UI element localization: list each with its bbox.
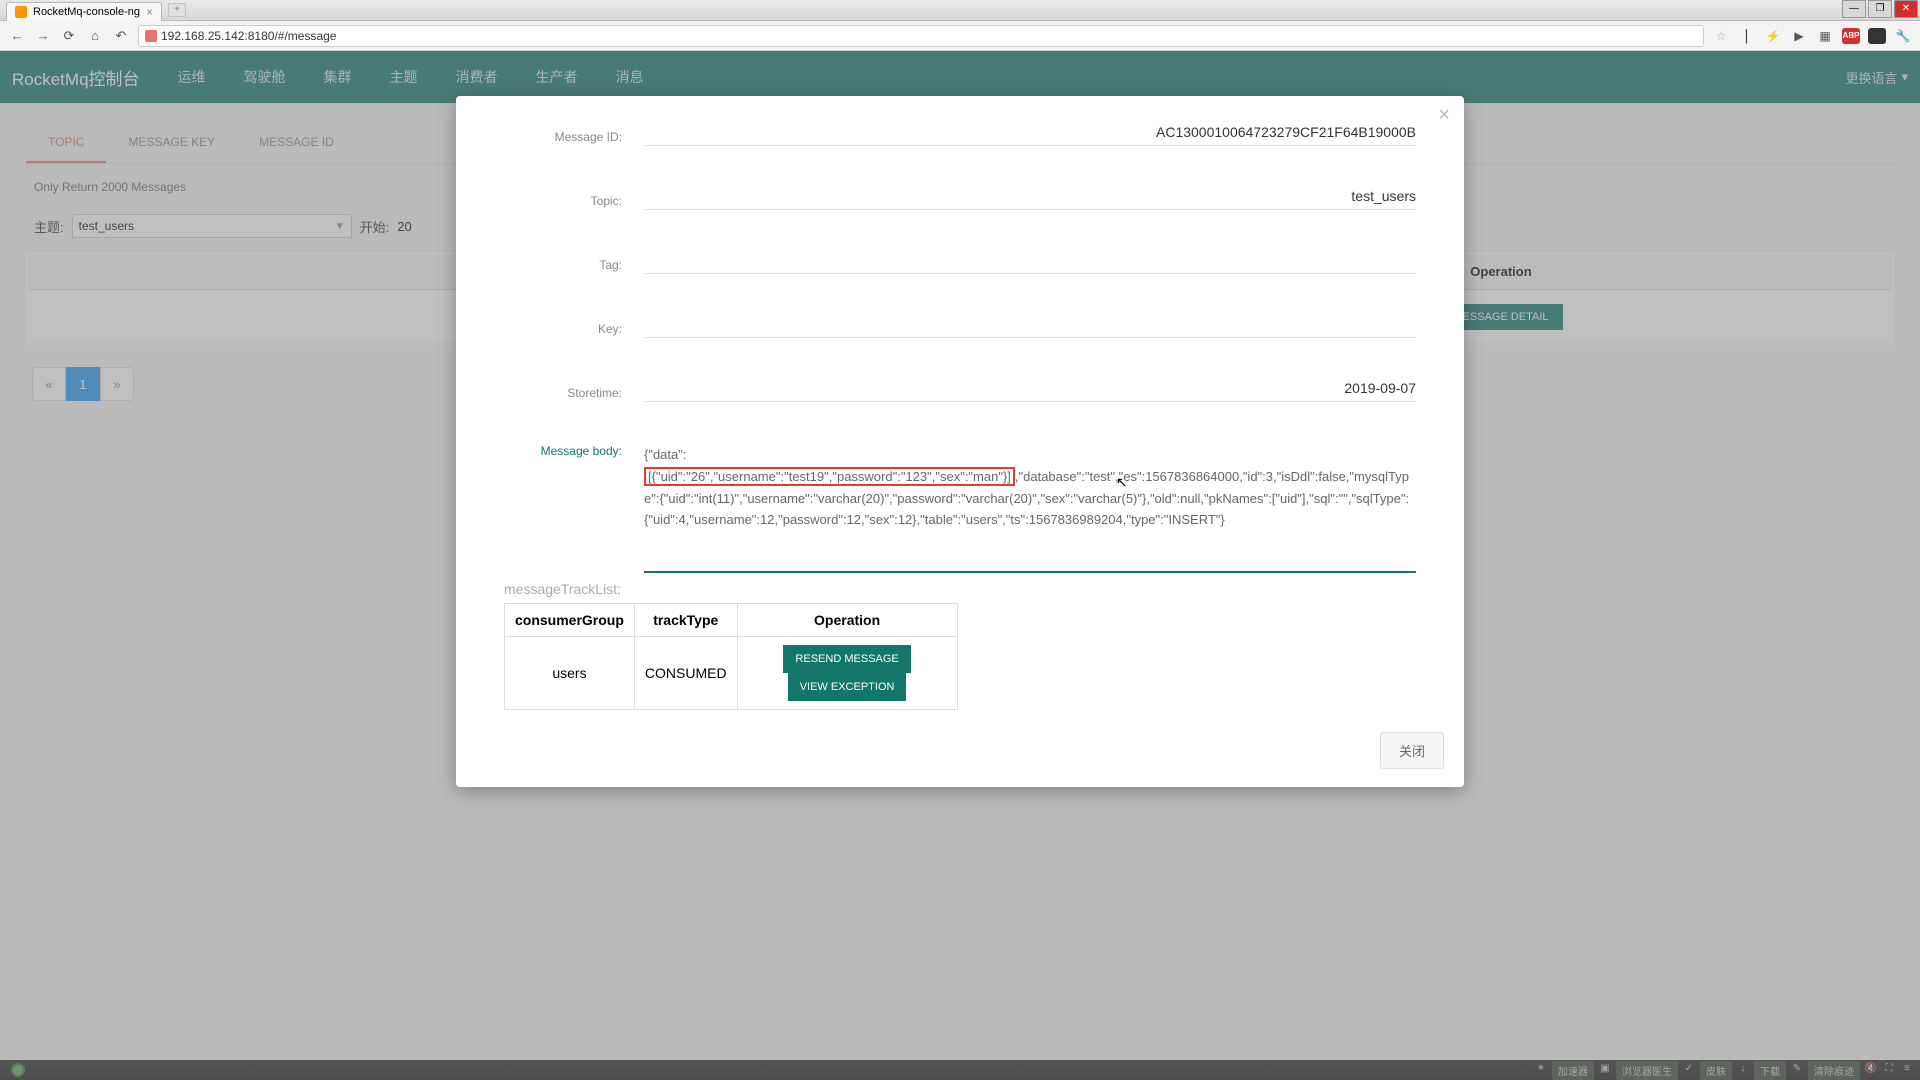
track-table: consumerGroup trackType Operation users … [504, 603, 958, 710]
track-row: users CONSUMED RESEND MESSAGE VIEW EXCEP… [505, 637, 958, 710]
label-key: Key: [504, 322, 644, 338]
back-button[interactable]: ← [8, 27, 26, 45]
resend-message-button[interactable]: RESEND MESSAGE [783, 645, 910, 673]
tab-title: RocketMq-console-ng [33, 6, 140, 18]
window-minimize-button[interactable]: — [1842, 0, 1866, 18]
field-message-id: AC1300010064723279CF21F64B19000B [644, 124, 1416, 146]
url-bar[interactable]: 192.168.25.142:8180/#/message [138, 25, 1704, 47]
modal-footer-close-button[interactable]: 关闭 [1380, 732, 1444, 769]
lightning-icon[interactable]: ⚡ [1764, 27, 1782, 45]
label-storetime: Storetime: [504, 386, 644, 402]
track-th-op: Operation [737, 604, 957, 637]
site-security-icon [145, 30, 157, 42]
message-detail-modal: × Message ID: AC1300010064723279CF21F64B… [456, 96, 1464, 787]
new-tab-button[interactable]: + [168, 3, 186, 17]
wrench-icon[interactable]: 🔧 [1894, 27, 1912, 45]
label-message-id: Message ID: [504, 130, 644, 146]
label-message-body: Message body: [504, 444, 644, 460]
reload-button[interactable]: ⟳ [60, 27, 78, 45]
field-message-body: {"data": [{"uid":"26","username":"test19… [644, 444, 1416, 573]
view-exception-button[interactable]: VIEW EXCEPTION [788, 673, 907, 701]
tracklist-label: messageTrackList: [504, 581, 1416, 597]
window-close-button[interactable]: ✕ [1894, 0, 1918, 18]
window-maximize-button[interactable]: ❐ [1868, 0, 1892, 18]
label-tag: Tag: [504, 258, 644, 274]
adblock-icon[interactable]: ABP [1842, 28, 1860, 44]
field-storetime: 2019-09-07 [644, 380, 1416, 402]
body-prefix: {"data": [644, 447, 687, 462]
body-highlighted: [{"uid":"26","username":"test19","passwo… [644, 467, 1015, 486]
track-th-cg: consumerGroup [505, 604, 635, 637]
favicon-icon [15, 6, 27, 18]
forward-button[interactable]: → [34, 27, 52, 45]
separator-icon: │ [1738, 27, 1756, 45]
track-tt: CONSUMED [634, 637, 737, 710]
label-topic: Topic: [504, 194, 644, 210]
home-button[interactable]: ⌂ [86, 27, 104, 45]
browser-tab-strip: RocketMq-console-ng × + — ❐ ✕ [0, 0, 1920, 21]
extensions-grid-icon[interactable]: ▦ [1816, 27, 1834, 45]
track-th-tt: trackType [634, 604, 737, 637]
track-cg: users [505, 637, 635, 710]
browser-toolbar: ← → ⟳ ⌂ ↶ 192.168.25.142:8180/#/message … [0, 21, 1920, 51]
browser-tab[interactable]: RocketMq-console-ng × [6, 2, 162, 21]
field-topic: test_users [644, 188, 1416, 210]
play-icon[interactable]: ▶ [1790, 27, 1808, 45]
modal-close-button[interactable]: × [1438, 104, 1450, 127]
bookmark-star-icon[interactable]: ☆ [1712, 27, 1730, 45]
field-key [644, 316, 1416, 338]
field-tag [644, 252, 1416, 274]
extension-box-icon[interactable] [1868, 28, 1886, 44]
restore-button[interactable]: ↶ [112, 27, 130, 45]
close-tab-icon[interactable]: × [146, 5, 153, 19]
url-text: 192.168.25.142:8180/#/message [161, 29, 336, 43]
